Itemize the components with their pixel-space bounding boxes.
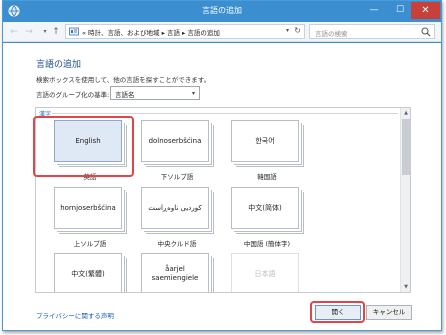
tile-card: 中文(简体)	[231, 187, 299, 229]
search-input[interactable]: 言語の検索	[309, 24, 435, 39]
tile-card: åarjel saemiengiele	[141, 253, 209, 292]
group-by-select[interactable]: 言語名 ▾	[110, 86, 200, 100]
address-bar: ← → ▾ ↑ « 時計、言語、および地域 ▸ 言語 ▸ 言語の追加 ▾ ↻ 言…	[3, 22, 441, 42]
group-by-label: 言語のグループ化の基準:	[36, 91, 110, 99]
breadcrumb-dropdown-icon[interactable]: ▾	[286, 27, 289, 34]
privacy-statement-link[interactable]: プライバシーに関する声明	[36, 310, 114, 320]
highlight-open-button	[310, 301, 365, 323]
section-divider	[52, 113, 398, 114]
title-bar: 言語の追加 — ☐ ✕	[3, 1, 441, 22]
control-panel-icon	[69, 27, 79, 36]
language-caption: 下ソルブ語	[160, 173, 194, 181]
language-tile-chinese-simplified[interactable]: 中文(简体) 中国語 (簡体字)	[231, 187, 303, 248]
language-caption: 上ソルブ語	[73, 240, 107, 248]
language-tile-chinese-traditional[interactable]: 中文(繁體)	[54, 253, 126, 292]
language-name: 日本語	[254, 269, 276, 278]
page-description: 検索ボックスを使用して、他の言語を探すことができます。	[36, 76, 211, 84]
search-placeholder: 言語の検索	[315, 30, 348, 38]
language-name: 中文(繁體)	[71, 269, 105, 278]
cancel-button[interactable]: キャンセル	[366, 305, 412, 320]
content-area: 言語の追加 検索ボックスを使用して、他の言語を探すことができます。 言語のグルー…	[3, 43, 441, 330]
language-tile-upper-sorbian[interactable]: hornjoserbšćina 上ソルブ語	[54, 187, 126, 248]
tile-card: کوردیی ناوەڕاست	[141, 187, 209, 229]
breadcrumb-path: « 時計、言語、および地域 ▸ 言語 ▸ 言語の追加	[82, 29, 220, 37]
chevron-down-icon: ▾	[191, 90, 195, 97]
language-caption: 韓国語	[257, 173, 277, 181]
language-name: dolnoserbšćina	[148, 136, 202, 145]
language-name: åarjel saemiengiele	[151, 265, 199, 282]
add-language-window: 言語の追加 — ☐ ✕ ← → ▾ ↑ « 時計、言語、および地域 ▸ 言語 ▸…	[2, 0, 442, 331]
language-tile-central-kurdish[interactable]: کوردیی ناوەڕاست 中央クルド語	[141, 187, 213, 248]
language-tile-japanese: 日本語	[231, 253, 303, 292]
close-button[interactable]: ✕	[411, 2, 440, 19]
language-name: hornjoserbšćina	[60, 203, 116, 212]
tile-card: 中文(繁體)	[54, 253, 122, 292]
language-caption: 中国語 (簡体字)	[243, 240, 291, 248]
highlight-english-tile	[33, 116, 134, 177]
forward-arrow-icon[interactable]: →	[23, 26, 35, 38]
language-tile-lower-sorbian[interactable]: dolnoserbšćina 下ソルブ語	[141, 120, 213, 181]
maximize-button[interactable]: ☐	[387, 2, 413, 19]
back-arrow-icon[interactable]: ←	[8, 26, 20, 38]
vertical-scrollbar[interactable]: ▲ ▼	[400, 108, 410, 292]
language-tile-korean[interactable]: 한국어 韓国語	[231, 120, 303, 181]
language-name: کوردیی ناوەڕاست	[148, 203, 202, 212]
breadcrumb[interactable]: « 時計、言語、および地域 ▸ 言語 ▸ 言語の追加 ▾ ↻	[65, 24, 305, 39]
scroll-thumb[interactable]	[402, 119, 410, 175]
tile-card: 日本語	[231, 253, 299, 292]
refresh-icon[interactable]: ↻	[294, 26, 301, 35]
up-arrow-icon[interactable]: ↑	[50, 26, 62, 38]
language-name: 中文(简体)	[248, 203, 282, 212]
language-name: 한국어	[255, 136, 275, 145]
tile-card: dolnoserbšćina	[141, 120, 209, 162]
tile-card: 한국어	[231, 120, 299, 162]
scroll-up-icon[interactable]: ▲	[402, 109, 410, 117]
language-tile-southern-sami[interactable]: åarjel saemiengiele	[141, 253, 213, 292]
minimize-button[interactable]: —	[361, 2, 387, 19]
page-title: 言語の追加	[36, 60, 82, 70]
search-icon[interactable]	[421, 27, 431, 37]
scroll-down-icon[interactable]: ▼	[402, 283, 410, 291]
tile-card: hornjoserbšćina	[54, 187, 122, 229]
language-caption: 中央クルド語	[157, 240, 197, 248]
group-by-value: 言語名	[115, 91, 135, 99]
